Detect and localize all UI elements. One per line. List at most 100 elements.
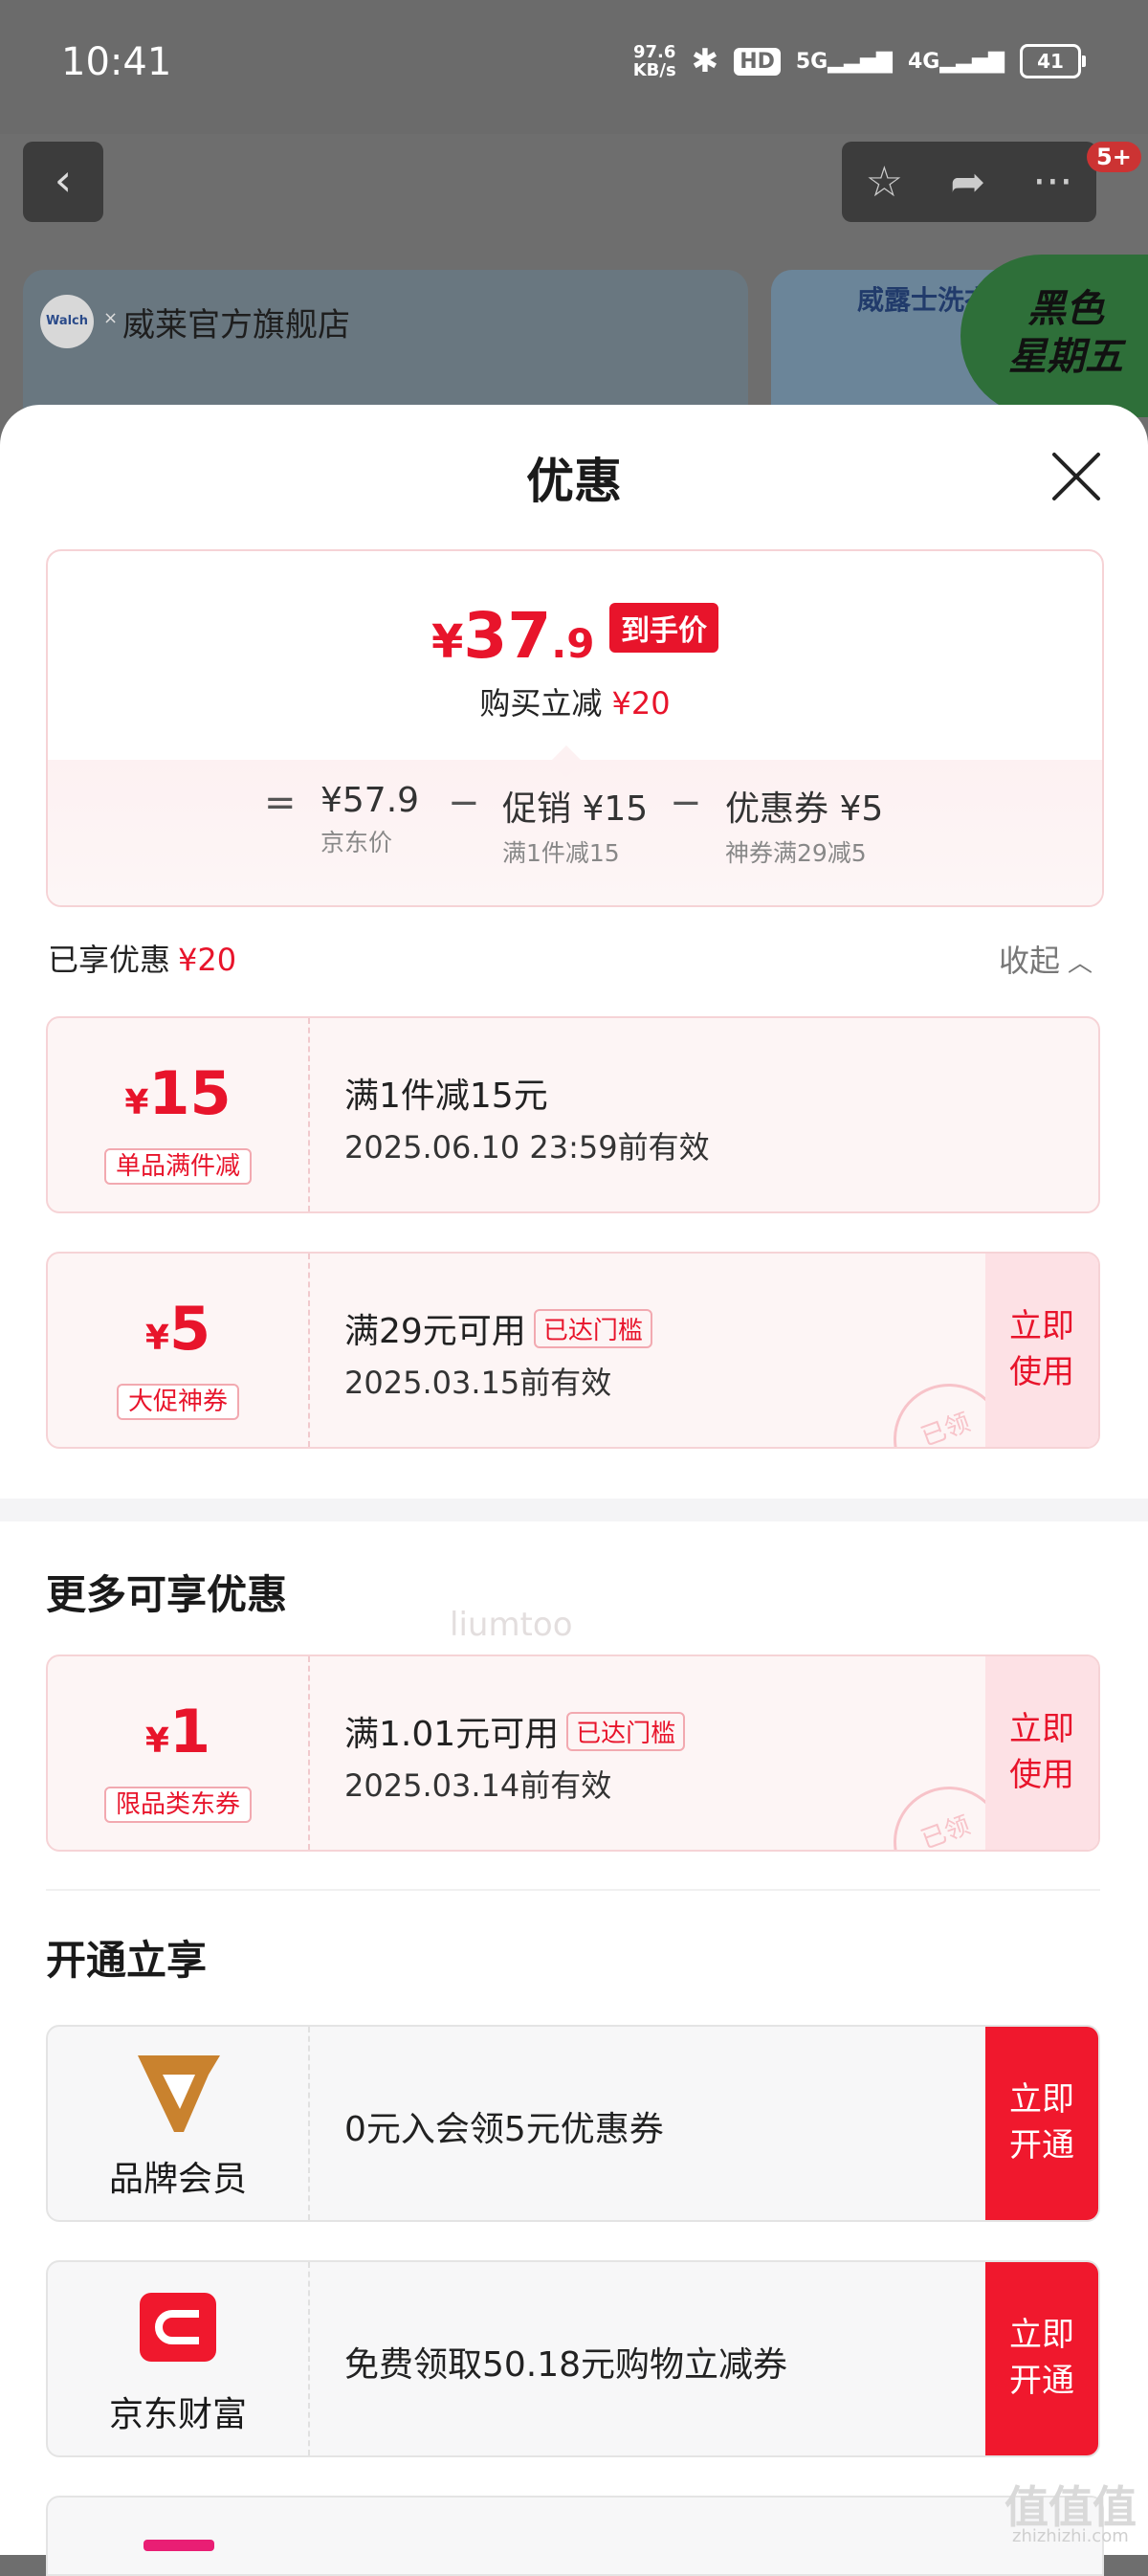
section-divider [0,1499,1148,1521]
coupon-card: ¥15 单品满件减 满1件减15元 2025.06.10 23:59前有效 [46,1016,1100,1213]
star-icon[interactable]: ☆ [866,158,903,207]
coupon-card: ¥5 大促神券 满29元可用 已达门槛 2025.03.15前有效 已领 立即 使… [46,1252,1100,1449]
coupon-validity: 2025.03.14前有效 [344,1767,612,1804]
enjoyed-discount: 已享优惠 ¥20 [48,936,236,980]
net-speed-value: 97.6 [632,42,676,62]
more-icon[interactable]: ··· [1032,158,1072,207]
enjoyed-label: 已享优惠 [48,942,171,978]
black-friday-badge[interactable]: 黑色 星期五 [960,255,1148,417]
coupon-value-block: ¥1 限品类东券 [48,1656,310,1850]
final-price-int: 37 [463,599,552,673]
store-logo: Walch [40,295,94,348]
collapse-toggle[interactable]: 收起 ︿ [999,937,1093,981]
threshold-reached-badge: 已达门槛 [533,1309,652,1348]
use-now-line2: 使用 [1009,1756,1074,1794]
buy-reduce-amount: ¥20 [611,685,671,722]
final-price-dec: .9 [551,620,595,667]
open-to-enjoy-title: 开通立享 [46,1937,208,1984]
top-actions: ☆ ➦ ··· [842,142,1096,222]
coupon-type-tag: 限品类东券 [48,1785,308,1823]
coupon-amount: ¥1 [48,1697,308,1766]
partner-icon [144,2540,214,2551]
coupon-validity: 2025.06.10 23:59前有效 [344,1129,710,1166]
use-now-button[interactable]: 立即 使用 [985,1254,1098,1447]
promo-item: 促销 ¥15 满1件减15 [502,781,648,869]
membership-name: 京东财富 [108,2395,247,2434]
open-now-line2: 开通 [1009,2126,1074,2165]
coupon-title: 满1.01元可用 已达门槛 [344,1706,686,1756]
coupon-amount-number: 15 [148,1058,232,1128]
sheet-title: 优惠 [526,454,622,509]
minus-sign: − [670,781,702,825]
share-icon[interactable]: ➦ [950,158,985,207]
back-button[interactable]: ‹ [23,142,103,222]
site-url: zhizhizhi.com [1012,2526,1129,2546]
net-speed-unit: KB/s [632,60,676,80]
use-now-line1: 立即 [1009,1307,1074,1345]
final-price-tag: 到手价 [609,603,719,653]
membership-offer: 免费领取50.18元购物立减券 [344,2345,788,2385]
open-now-line2: 开通 [1009,2362,1074,2400]
signal-5g-icon: 5G▂▃▅▇ [795,49,893,74]
jd-price-item: ¥57.9 京东价 [320,781,419,858]
use-now-button[interactable]: 立即 使用 [985,1656,1098,1850]
collapse-label: 收起 [999,943,1061,979]
use-now-line1: 立即 [1009,1710,1074,1748]
coupon-type-tag: 大促神券 [48,1382,308,1420]
chevron-up-icon: ︿ [1068,949,1093,978]
watermark: liumtoo [450,1606,573,1644]
black-friday-line1: 黑色 [1027,287,1104,331]
membership-card: 品牌会员 0元入会领5元优惠券 立即 开通 [46,2025,1100,2222]
membership-brand-block: 品牌会员 [48,2027,310,2220]
coupon-card: ¥1 限品类东券 满1.01元可用 已达门槛 2025.03.14前有效 已领 立… [46,1654,1100,1852]
jd-price: ¥57.9 [320,781,420,820]
signal-4g-label: 4G [907,49,940,74]
membership-offer: 0元入会领5元优惠券 [344,2110,664,2149]
coupon-validity: 2025.03.15前有效 [344,1365,612,1401]
coupon-title: 满1件减15元 [344,1068,548,1118]
membership-name: 品牌会员 [108,2160,247,2199]
black-friday-line2: 星期五 [1008,335,1123,379]
coupon-amount: ¥5 [48,1294,308,1364]
use-now-line2: 使用 [1009,1353,1074,1391]
membership-brand-block: 京东财富 [48,2262,310,2455]
hd-badge: HD [734,47,781,76]
close-icon[interactable] [1049,449,1104,504]
membership-card-partial [46,2496,1104,2576]
final-price: ¥37.9 到手价 [48,599,1102,673]
battery-icon: 41 [1020,44,1086,78]
final-price-yen: ¥ [430,615,464,669]
minus-sign: − [448,781,480,825]
status-time: 10:41 [61,40,172,84]
status-bar: 10:41 97.6 KB/s ✱ HD 5G▂▃▅▇ 4G▂▃▅▇ 41 [0,0,1148,134]
open-now-button[interactable]: 立即 开通 [985,2027,1098,2220]
enjoyed-amount: ¥20 [178,942,237,978]
coupon-yen: ¥ [144,1319,169,1358]
promo-label: 满1件减15 [502,839,620,867]
coupon-amount-number: 5 [168,1294,211,1364]
coupon-title: 满29元可用 已达门槛 [344,1303,652,1353]
coupon-type-label: 限品类东券 [103,1787,252,1823]
chevron-left-icon: ‹ [54,154,73,206]
equals-sign: = [264,781,297,825]
coupon-type-label: 大促神券 [116,1384,239,1420]
coupon-yen: ¥ [144,1721,169,1761]
net-speed: 97.6 KB/s [633,43,676,79]
open-now-button[interactable]: 立即 开通 [985,2262,1098,2455]
price-breakdown: = ¥57.9 京东价 − 促销 ¥15 满1件减15 − 优惠券 ¥5 神券满… [48,760,1102,905]
coupon-title-text: 满1件减15元 [344,1077,548,1116]
jd-finance-icon [140,2293,216,2362]
divider [46,1889,1100,1891]
coupon-label: 神券满29减5 [725,839,867,867]
promo-value: 促销 ¥15 [502,789,649,829]
signal-5g-label: 5G [795,49,828,74]
open-now-line1: 立即 [1009,2080,1074,2119]
status-icons: 97.6 KB/s ✱ HD 5G▂▃▅▇ 4G▂▃▅▇ 41 [633,42,1086,80]
more-discounts-title: 更多可享优惠 [46,1571,288,1618]
open-now-line1: 立即 [1009,2316,1074,2354]
coupon-type-label: 单品满件减 [103,1148,252,1185]
buy-reduce-label: 购买立减 [479,685,603,722]
price-summary: ¥37.9 到手价 购买立减 ¥20 = ¥57.9 京东价 − 促销 ¥15 … [46,549,1104,907]
membership-card: 京东财富 免费领取50.18元购物立减券 立即 开通 [46,2260,1100,2457]
bluetooth-icon: ✱ [691,42,719,80]
